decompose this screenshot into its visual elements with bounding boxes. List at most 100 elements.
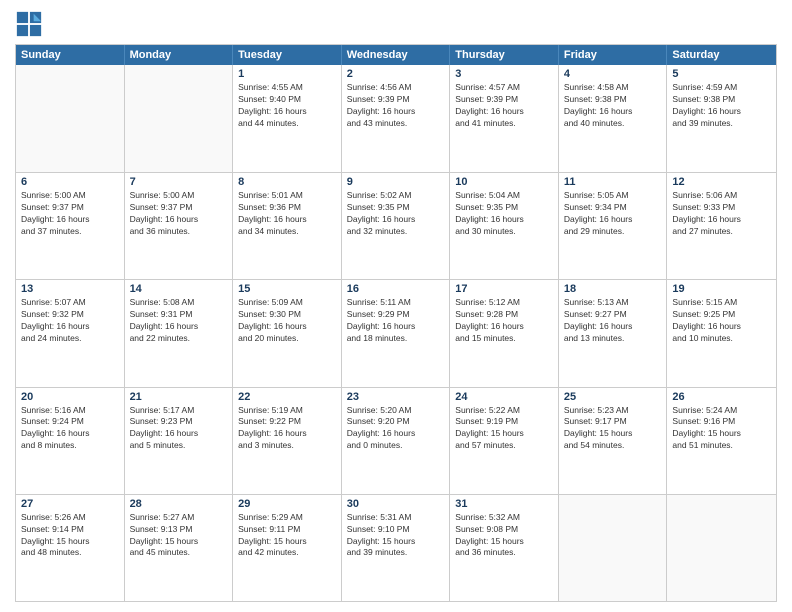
day-info: Sunrise: 5:04 AM Sunset: 9:35 PM Dayligh…: [455, 190, 553, 238]
day-cell-30: 30 Sunrise: 5:31 AM Sunset: 9:10 PM Dayli…: [342, 495, 451, 601]
week-row-1: 1 Sunrise: 4:55 AM Sunset: 9:40 PM Daylig…: [16, 65, 776, 172]
day-number: 21: [130, 391, 228, 403]
day-header-saturday: Saturday: [667, 45, 776, 65]
day-cell-31: 31Sunrise: 5:32 AM Sunset: 9:08 PM Dayli…: [450, 495, 559, 601]
day-info: Sunrise: 5:16 AM Sunset: 9:24 PM Dayligh…: [21, 405, 119, 453]
empty-cell: [559, 495, 668, 601]
day-cell-11: 11 Sunrise: 5:05 AM Sunset: 9:34 PM Dayli…: [559, 173, 668, 279]
day-cell-17: 17Sunrise: 5:12 AM Sunset: 9:28 PM Dayli…: [450, 280, 559, 386]
day-info: Sunrise: 5:00 AM Sunset: 9:37 PM Dayligh…: [130, 190, 228, 238]
day-cell-18: 18 Sunrise: 5:13 AM Sunset: 9:27 PM Dayli…: [559, 280, 668, 386]
day-info: Sunrise: 4:56 AM Sunset: 9:39 PM Dayligh…: [347, 82, 445, 130]
day-number: 18: [564, 283, 662, 295]
day-header-sunday: Sunday: [16, 45, 125, 65]
day-info: Sunrise: 5:07 AM Sunset: 9:32 PM Dayligh…: [21, 297, 119, 345]
day-info: Sunrise: 4:55 AM Sunset: 9:40 PM Dayligh…: [238, 82, 336, 130]
day-cell-20: 20 Sunrise: 5:16 AM Sunset: 9:24 PM Dayli…: [16, 388, 125, 494]
day-info: Sunrise: 5:23 AM Sunset: 9:17 PM Dayligh…: [564, 405, 662, 453]
day-info: Sunrise: 5:24 AM Sunset: 9:16 PM Dayligh…: [672, 405, 771, 453]
day-info: Sunrise: 5:08 AM Sunset: 9:31 PM Dayligh…: [130, 297, 228, 345]
day-header-thursday: Thursday: [450, 45, 559, 65]
day-cell-6: 6Sunrise: 5:00 AM Sunset: 9:37 PM Daylig…: [16, 173, 125, 279]
day-header-monday: Monday: [125, 45, 234, 65]
day-header-friday: Friday: [559, 45, 668, 65]
day-cell-3: 3 Sunrise: 4:57 AM Sunset: 9:39 PM Daylig…: [450, 65, 559, 172]
calendar-body: 1 Sunrise: 4:55 AM Sunset: 9:40 PM Daylig…: [16, 65, 776, 601]
day-info: Sunrise: 5:01 AM Sunset: 9:36 PM Dayligh…: [238, 190, 336, 238]
day-cell-14: 14Sunrise: 5:08 AM Sunset: 9:31 PM Dayli…: [125, 280, 234, 386]
week-row-2: 6Sunrise: 5:00 AM Sunset: 9:37 PM Daylig…: [16, 172, 776, 279]
day-cell-12: 12 Sunrise: 5:06 AM Sunset: 9:33 PM Dayli…: [667, 173, 776, 279]
day-cell-25: 25 Sunrise: 5:23 AM Sunset: 9:17 PM Dayli…: [559, 388, 668, 494]
day-info: Sunrise: 5:19 AM Sunset: 9:22 PM Dayligh…: [238, 405, 336, 453]
day-cell-22: 22Sunrise: 5:19 AM Sunset: 9:22 PM Dayli…: [233, 388, 342, 494]
day-info: Sunrise: 5:27 AM Sunset: 9:13 PM Dayligh…: [130, 512, 228, 560]
day-info: Sunrise: 5:26 AM Sunset: 9:14 PM Dayligh…: [21, 512, 119, 560]
day-number: 20: [21, 391, 119, 403]
day-cell-2: 2 Sunrise: 4:56 AM Sunset: 9:39 PM Daylig…: [342, 65, 451, 172]
header: [15, 10, 777, 38]
day-info: Sunrise: 5:05 AM Sunset: 9:34 PM Dayligh…: [564, 190, 662, 238]
day-info: Sunrise: 5:32 AM Sunset: 9:08 PM Dayligh…: [455, 512, 553, 560]
calendar-header: SundayMondayTuesdayWednesdayThursdayFrid…: [16, 45, 776, 65]
day-number: 26: [672, 391, 771, 403]
day-info: Sunrise: 5:15 AM Sunset: 9:25 PM Dayligh…: [672, 297, 771, 345]
day-info: Sunrise: 5:12 AM Sunset: 9:28 PM Dayligh…: [455, 297, 553, 345]
day-number: 11: [564, 176, 662, 188]
day-cell-26: 26 Sunrise: 5:24 AM Sunset: 9:16 PM Dayli…: [667, 388, 776, 494]
day-cell-13: 13 Sunrise: 5:07 AM Sunset: 9:32 PM Dayli…: [16, 280, 125, 386]
day-info: Sunrise: 5:11 AM Sunset: 9:29 PM Dayligh…: [347, 297, 445, 345]
day-number: 30: [347, 498, 445, 510]
day-number: 5: [672, 68, 771, 80]
day-cell-19: 19 Sunrise: 5:15 AM Sunset: 9:25 PM Dayli…: [667, 280, 776, 386]
day-number: 19: [672, 283, 771, 295]
day-info: Sunrise: 4:59 AM Sunset: 9:38 PM Dayligh…: [672, 82, 771, 130]
day-info: Sunrise: 5:31 AM Sunset: 9:10 PM Dayligh…: [347, 512, 445, 560]
day-cell-28: 28 Sunrise: 5:27 AM Sunset: 9:13 PM Dayli…: [125, 495, 234, 601]
day-cell-15: 15 Sunrise: 5:09 AM Sunset: 9:30 PM Dayli…: [233, 280, 342, 386]
day-info: Sunrise: 5:13 AM Sunset: 9:27 PM Dayligh…: [564, 297, 662, 345]
day-number: 3: [455, 68, 553, 80]
day-number: 2: [347, 68, 445, 80]
day-cell-9: 9 Sunrise: 5:02 AM Sunset: 9:35 PM Daylig…: [342, 173, 451, 279]
calendar: SundayMondayTuesdayWednesdayThursdayFrid…: [15, 44, 777, 602]
day-number: 1: [238, 68, 336, 80]
day-number: 9: [347, 176, 445, 188]
day-cell-23: 23 Sunrise: 5:20 AM Sunset: 9:20 PM Dayli…: [342, 388, 451, 494]
empty-cell: [667, 495, 776, 601]
empty-cell: [125, 65, 234, 172]
day-info: Sunrise: 5:06 AM Sunset: 9:33 PM Dayligh…: [672, 190, 771, 238]
day-cell-4: 4 Sunrise: 4:58 AM Sunset: 9:38 PM Daylig…: [559, 65, 668, 172]
week-row-4: 20 Sunrise: 5:16 AM Sunset: 9:24 PM Dayli…: [16, 387, 776, 494]
day-number: 28: [130, 498, 228, 510]
day-cell-7: 7Sunrise: 5:00 AM Sunset: 9:37 PM Daylig…: [125, 173, 234, 279]
day-info: Sunrise: 4:58 AM Sunset: 9:38 PM Dayligh…: [564, 82, 662, 130]
day-number: 23: [347, 391, 445, 403]
day-number: 29: [238, 498, 336, 510]
day-info: Sunrise: 4:57 AM Sunset: 9:39 PM Dayligh…: [455, 82, 553, 130]
day-info: Sunrise: 5:29 AM Sunset: 9:11 PM Dayligh…: [238, 512, 336, 560]
day-cell-21: 21Sunrise: 5:17 AM Sunset: 9:23 PM Dayli…: [125, 388, 234, 494]
day-number: 13: [21, 283, 119, 295]
day-number: 16: [347, 283, 445, 295]
day-info: Sunrise: 5:22 AM Sunset: 9:19 PM Dayligh…: [455, 405, 553, 453]
day-info: Sunrise: 5:09 AM Sunset: 9:30 PM Dayligh…: [238, 297, 336, 345]
day-header-wednesday: Wednesday: [342, 45, 451, 65]
day-cell-29: 29 Sunrise: 5:29 AM Sunset: 9:11 PM Dayli…: [233, 495, 342, 601]
day-cell-8: 8Sunrise: 5:01 AM Sunset: 9:36 PM Daylig…: [233, 173, 342, 279]
page: SundayMondayTuesdayWednesdayThursdayFrid…: [0, 0, 792, 612]
day-number: 10: [455, 176, 553, 188]
day-info: Sunrise: 5:02 AM Sunset: 9:35 PM Dayligh…: [347, 190, 445, 238]
empty-cell: [16, 65, 125, 172]
day-cell-5: 5 Sunrise: 4:59 AM Sunset: 9:38 PM Daylig…: [667, 65, 776, 172]
day-number: 4: [564, 68, 662, 80]
day-number: 25: [564, 391, 662, 403]
day-info: Sunrise: 5:20 AM Sunset: 9:20 PM Dayligh…: [347, 405, 445, 453]
day-number: 24: [455, 391, 553, 403]
day-cell-10: 10 Sunrise: 5:04 AM Sunset: 9:35 PM Dayli…: [450, 173, 559, 279]
day-cell-24: 24 Sunrise: 5:22 AM Sunset: 9:19 PM Dayli…: [450, 388, 559, 494]
day-number: 27: [21, 498, 119, 510]
day-number: 15: [238, 283, 336, 295]
week-row-3: 13 Sunrise: 5:07 AM Sunset: 9:32 PM Dayli…: [16, 279, 776, 386]
day-number: 12: [672, 176, 771, 188]
